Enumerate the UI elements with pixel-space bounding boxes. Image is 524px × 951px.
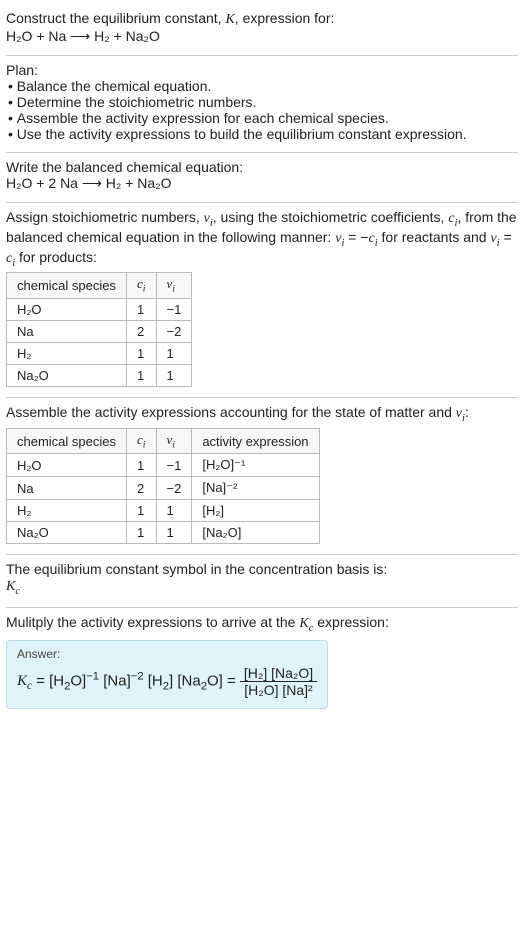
stoich-table: chemical species ci νi H₂O1−1 Na2−2 H₂11… xyxy=(6,272,192,387)
symbol-section: The equilibrium constant symbol in the c… xyxy=(6,555,518,608)
table-header-row: chemical species ci νi xyxy=(7,273,192,299)
plan-item: Balance the chemical equation. xyxy=(8,78,518,94)
col-species: chemical species xyxy=(7,273,127,299)
table-row: H₂O1−1[H₂O]⁻¹ xyxy=(7,454,320,477)
symbol-intro: The equilibrium constant symbol in the c… xyxy=(6,561,518,577)
symbol-value: Kc xyxy=(6,577,518,597)
table-row: H₂11[H₂] xyxy=(7,500,320,522)
fraction-numerator: [H₂] [Na₂O] xyxy=(240,665,317,682)
answer-fraction: [H₂] [Na₂O] [H₂O] [Na]² xyxy=(240,665,317,698)
prompt-equation: H₂O + Na ⟶ H₂ + Na₂O xyxy=(6,28,518,45)
plan-item: Use the activity expressions to build th… xyxy=(8,126,518,142)
balanced-title: Write the balanced chemical equation: xyxy=(6,159,518,175)
col-activity: activity expression xyxy=(192,428,319,454)
prompt-line: Construct the equilibrium constant, K, e… xyxy=(6,10,518,28)
plan-title: Plan: xyxy=(6,62,518,78)
fraction-denominator: [H₂O] [Na]² xyxy=(240,682,317,698)
stoich-intro: Assign stoichiometric numbers, νi, using… xyxy=(6,209,518,268)
table-row: Na2−2[Na]⁻² xyxy=(7,477,320,500)
col-nui: νi xyxy=(156,428,192,454)
activity-table: chemical species ci νi activity expressi… xyxy=(6,428,320,545)
answer-equation: Kc = [H2O]−1 [Na]−2 [H2] [Na2O] = [H₂] [… xyxy=(17,665,317,698)
table-row: Na₂O11 xyxy=(7,364,192,386)
answer-box: Answer: Kc = [H2O]−1 [Na]−2 [H2] [Na2O] … xyxy=(6,640,328,709)
answer-label: Answer: xyxy=(17,647,317,661)
table-row: Na₂O11[Na₂O] xyxy=(7,522,320,544)
plan-section: Plan: Balance the chemical equation. Det… xyxy=(6,56,518,153)
col-nui: νi xyxy=(156,273,192,299)
table-row: H₂O1−1 xyxy=(7,298,192,320)
table-row: Na2−2 xyxy=(7,320,192,342)
table-row: H₂11 xyxy=(7,342,192,364)
balanced-section: Write the balanced chemical equation: H₂… xyxy=(6,153,518,203)
prompt-section: Construct the equilibrium constant, K, e… xyxy=(6,4,518,56)
table-header-row: chemical species ci νi activity expressi… xyxy=(7,428,320,454)
activity-intro: Assemble the activity expressions accoun… xyxy=(6,404,518,424)
col-ci: ci xyxy=(127,428,157,454)
activity-section: Assemble the activity expressions accoun… xyxy=(6,398,518,555)
plan-list: Balance the chemical equation. Determine… xyxy=(6,78,518,142)
col-species: chemical species xyxy=(7,428,127,454)
stoich-section: Assign stoichiometric numbers, νi, using… xyxy=(6,203,518,398)
final-intro: Mulitply the activity expressions to arr… xyxy=(6,614,518,634)
balanced-equation: H₂O + 2 Na ⟶ H₂ + Na₂O xyxy=(6,175,518,192)
plan-item: Determine the stoichiometric numbers. xyxy=(8,94,518,110)
final-section: Mulitply the activity expressions to arr… xyxy=(6,608,518,719)
plan-item: Assemble the activity expression for eac… xyxy=(8,110,518,126)
col-ci: ci xyxy=(127,273,157,299)
